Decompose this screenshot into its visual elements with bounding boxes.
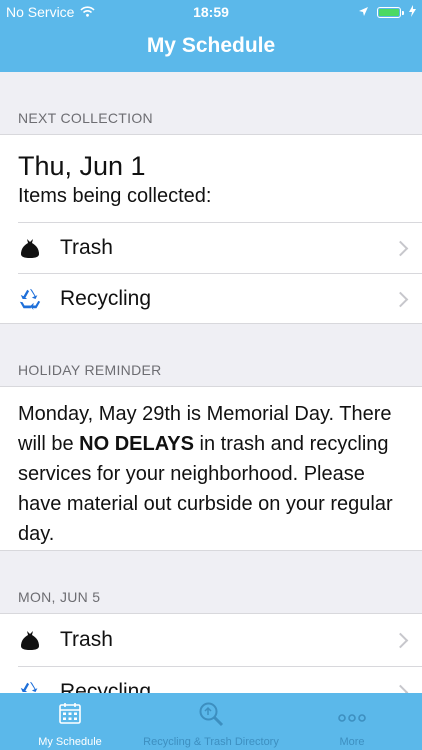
section-label-holiday: HOLIDAY REMINDER <box>18 362 162 378</box>
tab-my-schedule[interactable]: My Schedule <box>0 693 140 750</box>
more-dots-icon <box>338 709 366 727</box>
tab-recycling-trash-directory[interactable]: Recycling & Trash Directory <box>141 693 281 750</box>
charging-bolt-icon <box>409 4 416 20</box>
collection-item-trash[interactable]: Trash <box>0 223 422 273</box>
collection-item-label: Recycling <box>60 287 152 310</box>
battery-icon <box>377 6 404 18</box>
tab-more[interactable]: More <box>282 693 422 750</box>
app-header: No Service 18:59 My Schedule <box>0 0 422 72</box>
next-collection-date: Thu, Jun 1 <box>18 151 146 181</box>
section-label-next-collection: NEXT COLLECTION <box>18 110 153 126</box>
tab-label: More <box>339 736 365 748</box>
chevron-right-icon <box>392 291 409 307</box>
chevron-right-icon <box>392 632 409 648</box>
items-caption: Items being collected: <box>18 185 212 207</box>
chevron-right-icon <box>392 240 409 256</box>
tab-bar: My Schedule Recycling & Trash Directory … <box>0 693 422 750</box>
page-title: My Schedule <box>146 34 276 57</box>
magnifier-icon <box>198 701 224 732</box>
collection-item-label: Trash <box>60 236 113 259</box>
tab-label: Recycling & Trash Directory <box>143 736 279 748</box>
section-label-upcoming-date: MON, JUN 5 <box>18 589 101 605</box>
tab-label: My Schedule <box>38 736 102 748</box>
holiday-reminder-text: Monday, May 29th is Memorial Day. There … <box>18 399 406 549</box>
reminder-text-emphasis: NO DELAYS <box>79 433 194 455</box>
collection-item-label: Trash <box>60 628 113 651</box>
collection-item-trash[interactable]: Trash <box>0 615 422 665</box>
status-bar: No Service 18:59 <box>0 0 422 24</box>
trash-bag-icon <box>18 628 42 652</box>
recycle-icon <box>18 287 42 311</box>
location-arrow-icon <box>358 4 369 20</box>
next-collection-card: Thu, Jun 1 Items being collected: Trash <box>0 134 422 324</box>
trash-bag-icon <box>18 236 42 260</box>
collection-item-recycling[interactable]: Recycling <box>0 274 422 324</box>
status-right <box>358 4 416 20</box>
calendar-icon <box>58 701 82 730</box>
holiday-reminder-card: Monday, May 29th is Memorial Day. There … <box>0 386 422 551</box>
